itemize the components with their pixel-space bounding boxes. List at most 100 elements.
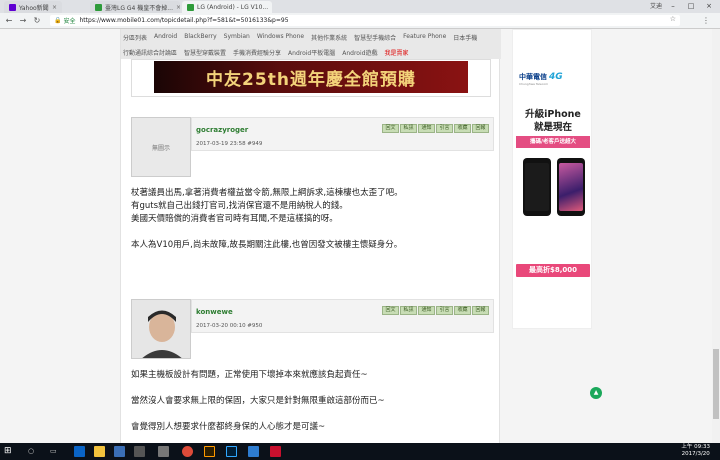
page-scrollbar[interactable] xyxy=(712,29,720,443)
post-body: 如果主機板設計有問題，正常使用下壞掉本來就應該負起責任~ 當然沒人會要求無上限的… xyxy=(131,369,385,434)
scrollbar-thumb[interactable] xyxy=(713,349,719,419)
category-link[interactable]: 日本手機 xyxy=(453,33,477,42)
avatar-photo[interactable] xyxy=(131,299,191,359)
forward-icon[interactable]: → xyxy=(18,16,28,26)
promo-cta-button[interactable]: 最高折$8,000 xyxy=(516,264,590,277)
category-link-seller[interactable]: 我是賣家 xyxy=(384,48,408,57)
app-icon[interactable] xyxy=(248,446,259,457)
notify-button[interactable]: 通知 xyxy=(418,306,435,315)
category-row: 分區列表 Android BlackBerry Symbian Windows Phon… xyxy=(123,33,477,42)
post-line xyxy=(131,382,385,395)
report-button[interactable]: 回報 xyxy=(472,124,489,133)
person-avatar-icon xyxy=(132,300,190,358)
page-viewport: 分區列表 Android BlackBerry Symbian Windows Phon… xyxy=(0,29,720,443)
forum-post: 無圖示 gocrazyroger 2017-03-19 23:58 #949 回… xyxy=(131,117,494,187)
tab-lg-v10[interactable]: LG (Android) - LG V10... × xyxy=(182,1,272,13)
ad-banner[interactable]: 中友25th週年慶全館預購 xyxy=(131,59,491,97)
mobile01-icon xyxy=(95,3,102,11)
favorite-button[interactable]: 收藏 xyxy=(454,306,471,315)
post-actions: 回文 私訊 通知 引言 收藏 回報 xyxy=(382,306,489,315)
brand-name: 中華電信 xyxy=(519,73,547,81)
category-link[interactable]: Android xyxy=(154,33,177,42)
file-explorer-icon[interactable] xyxy=(94,446,105,457)
post-line: 美國天價賠償的消費者官司時有耳聞,不是這樣搞的呀。 xyxy=(131,214,338,224)
category-link[interactable]: Android平板電腦 xyxy=(288,48,335,57)
promo-headline: 升級iPhone xyxy=(525,109,581,120)
post-meta: 2017-03-19 23:58 #949 xyxy=(196,141,263,147)
reload-icon[interactable]: ↻ xyxy=(32,16,42,26)
address-bar: ← → ↻ 🔒 安全 https://www.mobile01.com/topi… xyxy=(0,13,720,29)
photoshop-icon[interactable] xyxy=(226,446,237,457)
scroll-top-button[interactable]: ▲ xyxy=(590,387,602,399)
back-icon[interactable]: ← xyxy=(4,16,14,26)
phone-image-back xyxy=(523,158,551,216)
category-link[interactable]: 其他作業系統 xyxy=(311,33,347,42)
category-link[interactable]: 行動通訊綜合討論區 xyxy=(123,48,177,57)
category-link[interactable]: 手機消費經驗分享 xyxy=(233,48,281,57)
close-tab-icon[interactable]: × xyxy=(268,4,272,11)
favorite-button[interactable]: 收藏 xyxy=(454,124,471,133)
username-link[interactable]: gocrazyroger xyxy=(196,126,248,134)
app-icon[interactable] xyxy=(158,446,169,457)
tab-yahoo-news[interactable]: Yahoo新聞 × xyxy=(4,1,62,13)
close-window-icon[interactable]: × xyxy=(700,0,718,12)
post-body: 杖著議員出馬,拿著消費者權益當令箭,無限上綱訴求,這棟樓也太歪了吧。 有guts… xyxy=(131,187,403,252)
close-tab-icon[interactable]: × xyxy=(173,4,180,11)
avatar-placeholder[interactable]: 無圖示 xyxy=(131,117,191,177)
notify-button[interactable]: 通知 xyxy=(418,124,435,133)
message-button[interactable]: 私訊 xyxy=(400,124,417,133)
app-icon[interactable] xyxy=(270,446,281,457)
post-header: gocrazyroger 2017-03-19 23:58 #949 回文 私訊… xyxy=(191,117,494,151)
category-link[interactable]: Feature Phone xyxy=(403,33,446,42)
message-button[interactable]: 私訊 xyxy=(400,306,417,315)
category-link[interactable]: Windows Phone xyxy=(257,33,304,42)
reply-button[interactable]: 回文 xyxy=(382,124,399,133)
system-clock[interactable]: 上午 09:33 2017/3/20 xyxy=(681,444,710,458)
post-line: 如果主機板設計有問題，正常使用下壞掉本來就應該負起責任~ xyxy=(131,370,368,380)
report-button[interactable]: 回報 xyxy=(472,306,489,315)
bookmark-star-icon[interactable]: ☆ xyxy=(670,15,676,23)
profile-name[interactable]: 艾迪 xyxy=(650,1,662,10)
category-link[interactable]: 智慧型手機綜合 xyxy=(354,33,396,42)
clock-time: 上午 09:33 xyxy=(681,444,710,450)
category-link[interactable]: BlackBerry xyxy=(184,33,216,42)
taskbar: ⊞ ○ ▭ 上午 09:33 2017/3/20 xyxy=(0,443,720,460)
task-view-icon[interactable]: ▭ xyxy=(50,447,57,455)
mobile01-icon xyxy=(187,3,194,11)
tab-lg-g4[interactable]: 臺灣LG G4 機皇不會掉... × xyxy=(90,1,180,13)
store-icon[interactable] xyxy=(114,446,125,457)
post-line xyxy=(131,408,385,421)
mail-icon[interactable] xyxy=(134,446,145,457)
username-link[interactable]: konwewe xyxy=(196,308,233,316)
url-text[interactable]: https://www.mobile01.com/topicdetail.php… xyxy=(80,17,289,24)
category-link[interactable]: Android遊戲 xyxy=(342,48,377,57)
cht-logo: 中華電信 4G xyxy=(519,72,563,82)
category-link[interactable]: 智慧型穿戴裝置 xyxy=(184,48,226,57)
edge-icon[interactable] xyxy=(74,446,85,457)
minimize-icon[interactable]: – xyxy=(664,0,682,12)
quote-button[interactable]: 引言 xyxy=(436,306,453,315)
brand-tag: 4G xyxy=(549,72,563,82)
post-line: 當然沒人會要求無上限的保固，大家只是針對無限重啟這部份而已~ xyxy=(131,396,385,406)
url-field[interactable]: 🔒 安全 https://www.mobile01.com/topicdetai… xyxy=(50,15,680,26)
quote-button[interactable]: 引言 xyxy=(436,124,453,133)
post-line: 本人為V10用戶,尚未故障,故長期關注此樓,也曾因發文被樓主懷疑身分。 xyxy=(131,240,403,250)
tab-label: 臺灣LG G4 機皇不會掉... xyxy=(105,4,173,12)
category-link[interactable]: Symbian xyxy=(224,33,250,42)
promo-headline: 就是現在 xyxy=(533,122,572,133)
close-tab-icon[interactable]: × xyxy=(49,4,57,11)
windows-start-icon[interactable]: ⊞ xyxy=(4,446,12,456)
menu-icon[interactable]: ⋮ xyxy=(702,16,710,25)
banner-text: 中友25th週年慶全館預購 xyxy=(154,61,468,93)
category-row: 行動通訊綜合討論區 智慧型穿戴裝置 手機消費經驗分享 Android平板電腦 Andro… xyxy=(123,48,408,57)
category-nav: 分區列表 Android BlackBerry Symbian Windows Phon… xyxy=(121,29,501,59)
brand-subtitle: Chunghwa Telecom xyxy=(519,82,549,86)
search-icon[interactable]: ○ xyxy=(28,447,34,455)
category-link[interactable]: 分區列表 xyxy=(123,33,147,42)
chrome-icon[interactable] xyxy=(182,446,193,457)
maximize-icon[interactable]: □ xyxy=(682,0,700,12)
lock-icon: 🔒 xyxy=(54,17,62,24)
sidebar-ad[interactable]: 中華電信 4G Chunghwa Telecom 升級iPhone 就是現在 攜碼… xyxy=(512,29,592,329)
reply-button[interactable]: 回文 xyxy=(382,306,399,315)
illustrator-icon[interactable] xyxy=(204,446,215,457)
